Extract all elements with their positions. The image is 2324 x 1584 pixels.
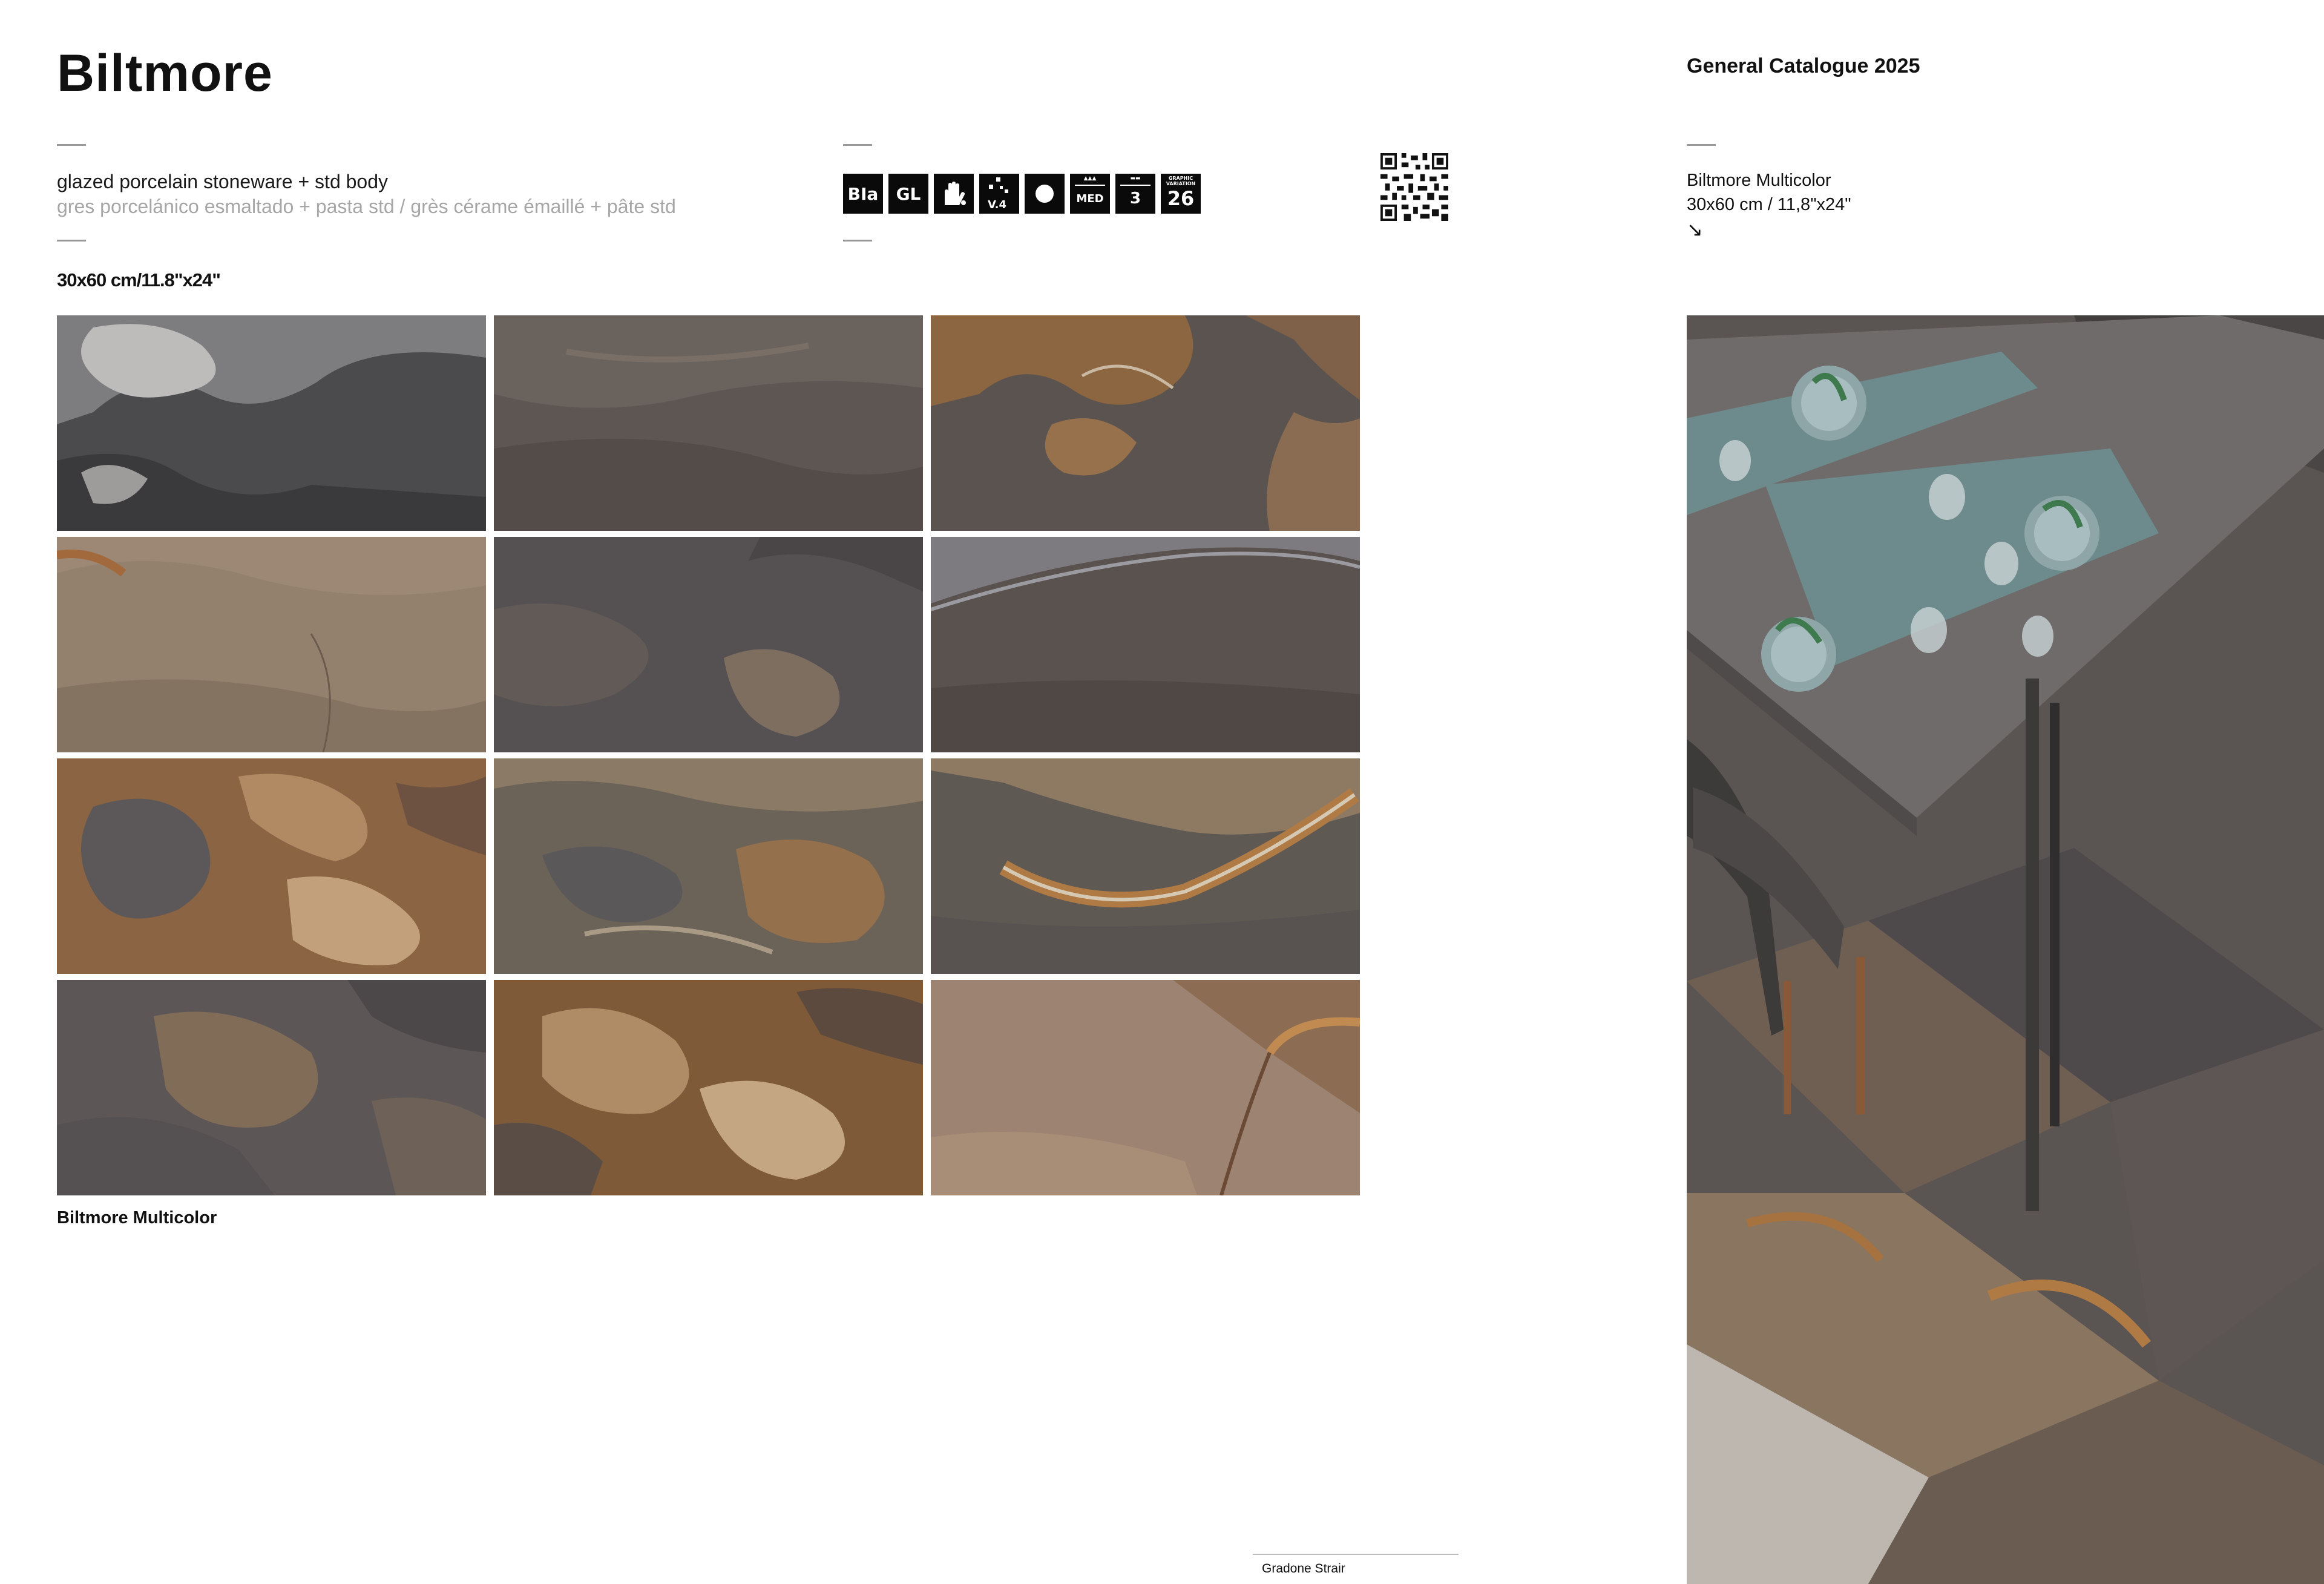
divider (843, 144, 872, 146)
water-absorption-icon: BIa (843, 174, 883, 214)
glazed-icon: GL (888, 174, 928, 214)
qr-code[interactable] (1380, 153, 1448, 221)
divider (1253, 1554, 1459, 1555)
divider (1687, 144, 1716, 146)
tile-swatch (931, 980, 1360, 1195)
tile-swatch (494, 758, 923, 974)
abrasion-class-icon: ▬▬ 3 (1115, 174, 1155, 214)
product-size: 30x60 cm / 11,8"x24" (1687, 195, 1851, 214)
tile-swatch (57, 537, 486, 752)
format-size: 30x60 cm/11.8"x24" (57, 269, 221, 291)
ambient-photo (1687, 315, 2324, 1584)
tile-swatch (931, 537, 1360, 752)
swatch-caption: Biltmore Multicolor (57, 1208, 217, 1227)
divider (57, 240, 86, 242)
divider (843, 240, 872, 242)
stain-resistance-icon (934, 174, 974, 214)
tile-swatch (494, 980, 923, 1195)
material-description-translations: gres porcelánico esmaltado + pasta std /… (57, 196, 676, 217)
tile-swatch (494, 537, 923, 752)
tile-swatch (57, 758, 486, 974)
material-description: glazed porcelain stoneware + std body (57, 171, 389, 192)
graphic-variation-icon: GRAPHIC VARIATION 26 (1161, 174, 1201, 214)
product-name: Biltmore Multicolor (1687, 171, 1831, 190)
footer-note: Gradone Strair (1262, 1562, 1345, 1576)
divider (57, 144, 86, 146)
technical-icons: BIa GL V.4 ▲▲▲ MED ▬▬ 3 GRAPHIC VARIATIO… (843, 174, 1201, 214)
page-title: Biltmore (57, 44, 273, 102)
tile-swatch (931, 758, 1360, 974)
tile-swatch (494, 315, 923, 531)
tile-swatch-grid (57, 315, 1360, 1195)
arrow-down-right-icon: ↘ (1687, 219, 1703, 240)
catalogue-title: General Catalogue 2025 (1687, 54, 1920, 77)
shade-variation-icon: V.4 (979, 174, 1019, 214)
tile-swatch (57, 315, 486, 531)
tile-swatch (931, 315, 1360, 531)
tile-swatch (57, 980, 486, 1195)
finish-icon (1025, 174, 1065, 214)
traffic-icon: ▲▲▲ MED (1070, 174, 1110, 214)
